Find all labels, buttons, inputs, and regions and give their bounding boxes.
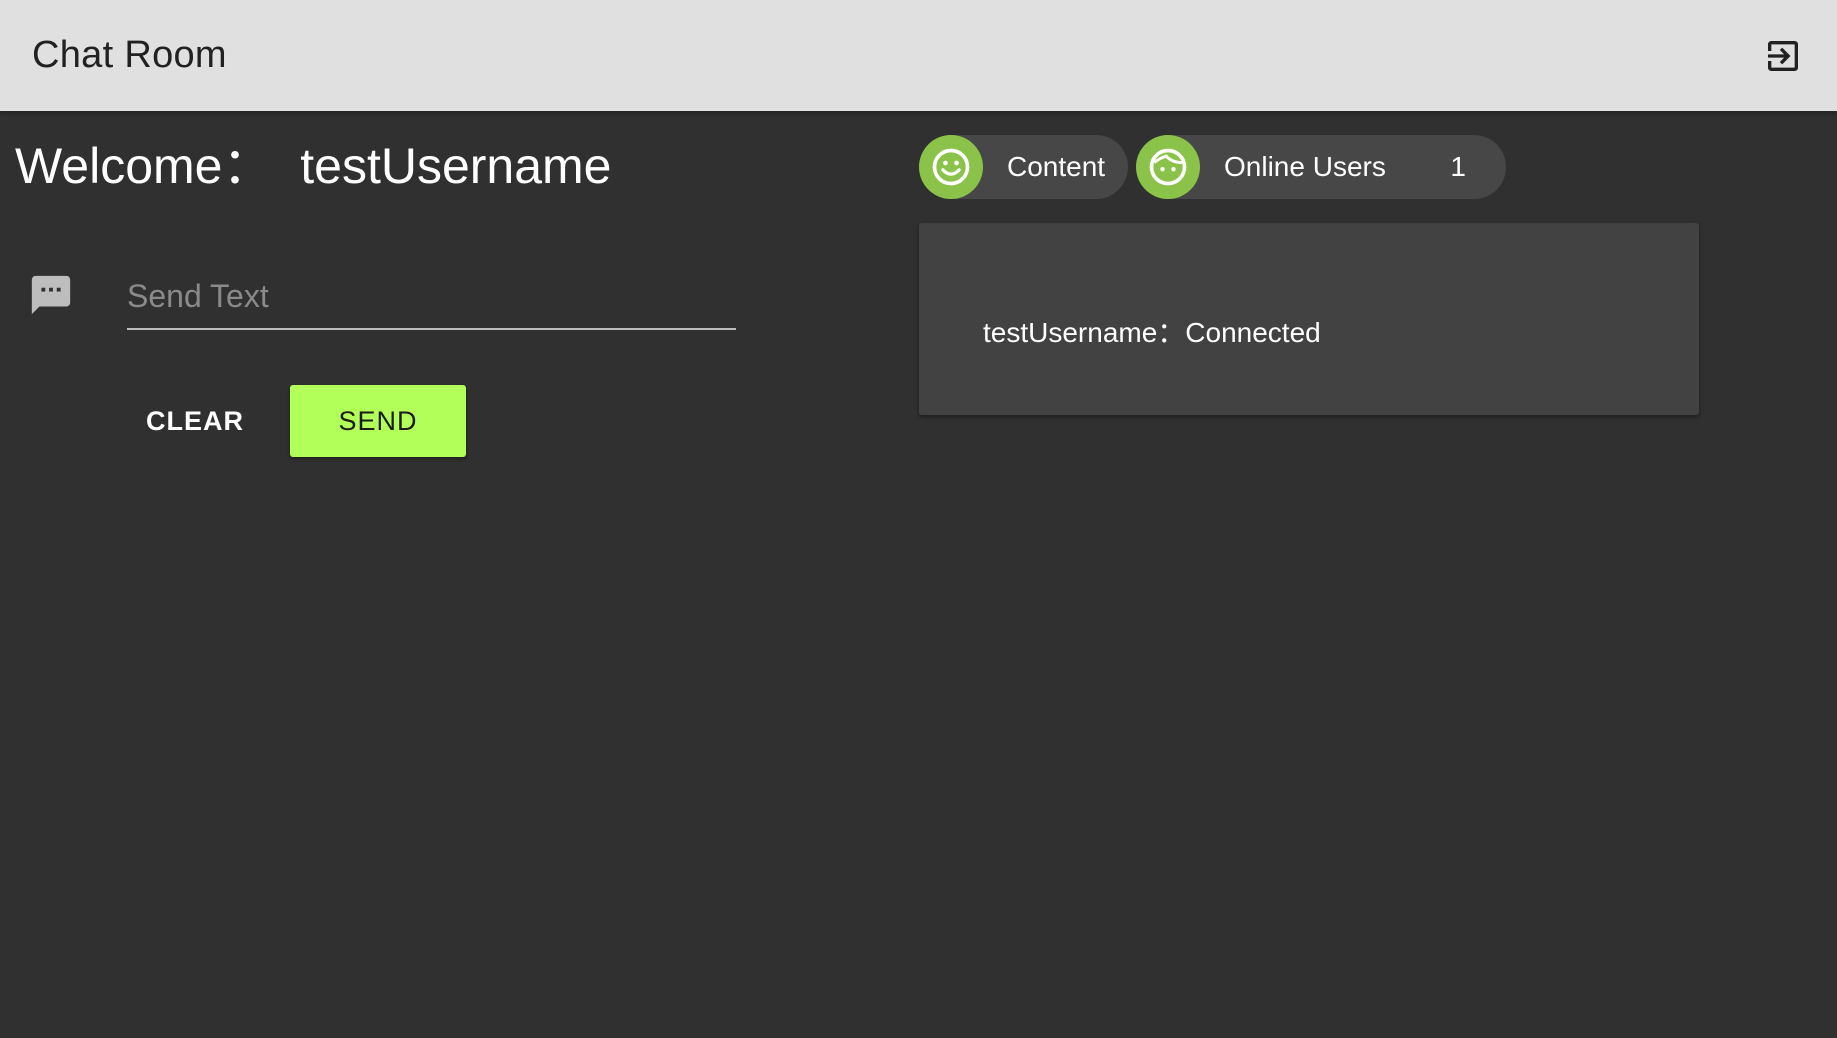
content-chip-label: Content	[1007, 151, 1106, 182]
message-icon	[31, 275, 71, 315]
send-text-field	[127, 268, 736, 330]
face-icon	[1149, 148, 1187, 186]
content-chip[interactable]: Content	[919, 135, 1128, 199]
logout-button[interactable]	[1755, 28, 1811, 84]
app-bar: Chat Room	[0, 0, 1837, 111]
message-panel: testUsername：Connected	[919, 223, 1699, 415]
online-users-label: Online Users	[1224, 151, 1386, 182]
message-item: testUsername：Connected	[983, 317, 1321, 348]
chip-avatar	[919, 135, 983, 199]
send-button[interactable]: SEND	[290, 385, 466, 457]
online-users-count: 1	[1450, 151, 1466, 182]
smiley-face-icon	[932, 148, 970, 186]
clear-button[interactable]: CLEAR	[127, 385, 263, 457]
online-users-chip[interactable]: Online Users 1	[1136, 135, 1506, 199]
chip-avatar	[1136, 135, 1200, 199]
app-title: Chat Room	[32, 34, 227, 76]
welcome-heading: Welcome： testUsername	[15, 138, 612, 194]
exit-to-app-icon	[1768, 40, 1798, 71]
send-text-input[interactable]	[127, 268, 736, 324]
